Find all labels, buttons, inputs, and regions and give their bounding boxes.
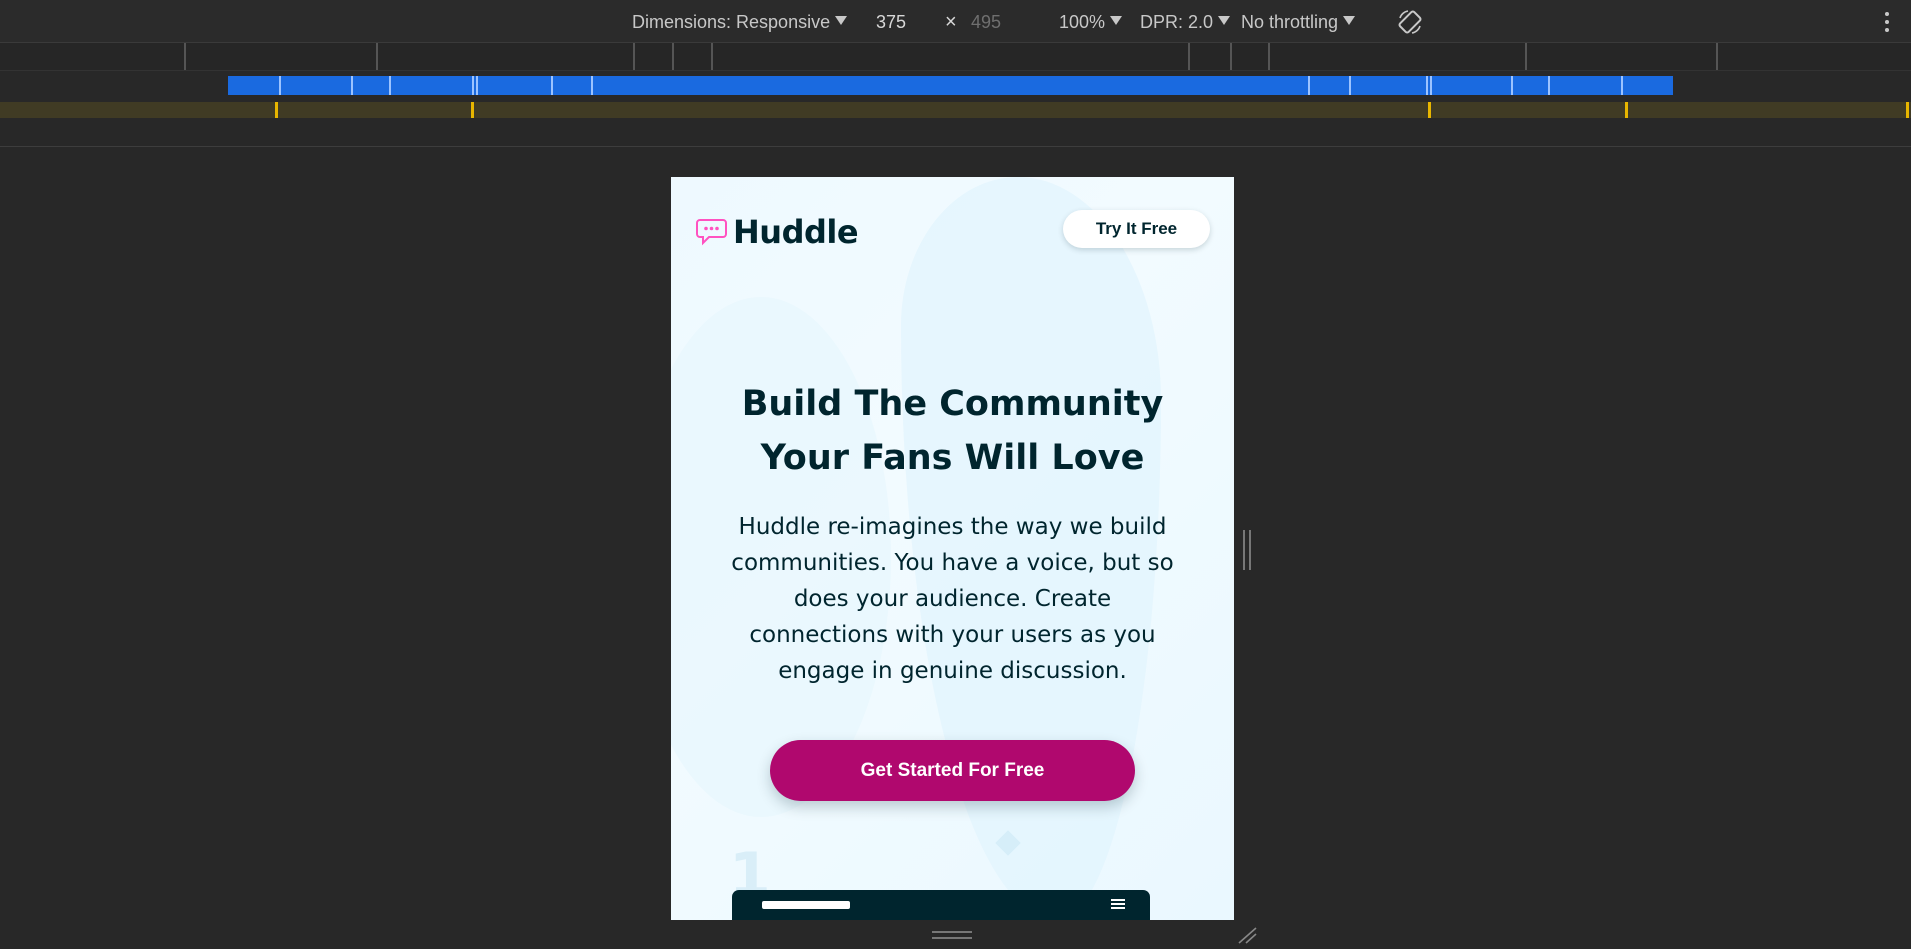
resize-handle-right[interactable] [1243,530,1252,570]
huddle-logo[interactable]: Huddle [696,212,859,252]
get-started-button[interactable]: Get Started For Free [770,740,1135,801]
throttling-dropdown[interactable]: No throttling [1241,0,1356,42]
chevron-down-icon [835,16,848,25]
media-query-bar-min-width[interactable] [0,102,1911,118]
hero-title-line-2: Your Fans Will Love [760,438,1145,478]
media-query-bar-max-width[interactable] [228,76,1673,95]
chevron-down-icon [1343,16,1356,25]
divider [0,146,1911,147]
rotate-icon [1398,10,1422,34]
throttling-label: No throttling [1241,12,1339,32]
hero-title-line-1: Build The Community [741,384,1164,424]
chat-bubble-icon [696,219,727,246]
hamburger-icon [1111,899,1125,911]
more-options-icon[interactable] [1885,12,1889,32]
try-it-free-button[interactable]: Try It Free [1063,210,1210,248]
zoom-dropdown[interactable]: 100% [1059,0,1123,42]
chevron-down-icon [1110,16,1123,25]
width-input[interactable]: 375 [876,0,906,42]
hero-description: Huddle re-imagines the way we build comm… [731,514,1174,684]
resize-handle-bottom[interactable] [932,931,972,940]
zoom-label: 100% [1059,12,1106,32]
mockup-header-bar [762,901,850,909]
height-input[interactable]: 495 [971,0,1001,42]
dimension-separator: × [945,11,957,33]
resize-corner-icon[interactable] [1237,926,1257,944]
device-toolbar: Dimensions: Responsive 375 × 495 100% DP… [0,0,1911,43]
device-ruler [0,43,1911,71]
logo-text: Huddle [733,213,859,251]
dimensions-dropdown[interactable]: Dimensions: Responsive [632,0,848,42]
device-viewport: Huddle Try It Free Build The Community Y… [671,177,1234,920]
hero-title: Build The Community Your Fans Will Love [701,377,1204,485]
dpr-dropdown[interactable]: DPR: 2.0 [1140,0,1231,42]
rotate-button[interactable] [1396,8,1424,36]
chevron-down-icon [1218,16,1231,25]
app-mockup-preview [732,890,1150,920]
dimensions-label: Dimensions: Responsive [632,12,831,32]
dpr-label: DPR: 2.0 [1140,12,1214,32]
